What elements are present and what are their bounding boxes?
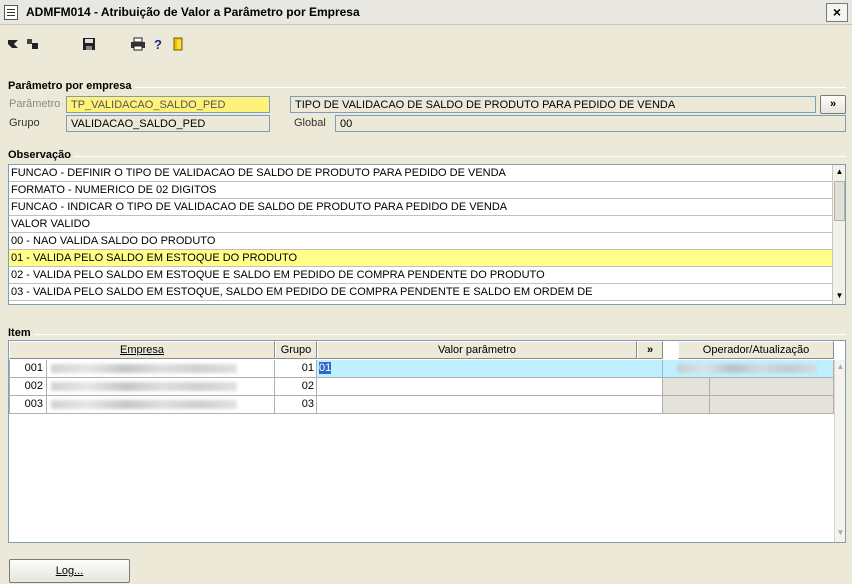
empresa-name-cell[interactable] bbox=[47, 396, 275, 414]
grupo-column-header[interactable]: Grupo bbox=[275, 341, 317, 359]
scroll-down-icon[interactable]: ▼ bbox=[833, 289, 846, 303]
scroll-up-icon[interactable]: ▲ bbox=[833, 165, 846, 179]
parametro-description-field: TIPO DE VALIDACAO DE SALDO DE PRODUTO PA… bbox=[290, 96, 816, 113]
atualizacao-cell bbox=[710, 378, 834, 396]
empresa-code-cell[interactable]: 003 bbox=[9, 396, 47, 414]
atualizacao-cell bbox=[710, 396, 834, 414]
valor-cell-text: 01 bbox=[319, 362, 332, 374]
close-button[interactable]: × bbox=[826, 3, 848, 22]
parametro-section-title: Parâmetro por empresa bbox=[8, 80, 135, 92]
valor-cell[interactable] bbox=[317, 396, 663, 414]
previous-record-icon[interactable] bbox=[26, 37, 40, 53]
valor-cell-selected[interactable]: 01 bbox=[317, 360, 663, 378]
title-bar: ADMFM014 - Atribuição de Valor a Parâmet… bbox=[0, 0, 852, 25]
grupo-label: Grupo bbox=[9, 117, 40, 129]
first-record-icon[interactable] bbox=[6, 37, 20, 53]
scroll-thumb[interactable] bbox=[834, 181, 845, 221]
log-button-label: Log... bbox=[55, 565, 84, 577]
operador-cell bbox=[663, 378, 710, 396]
global-field: 00 bbox=[335, 115, 846, 132]
observacao-section-title: Observação bbox=[8, 149, 74, 161]
grupo-field: VALIDACAO_SALDO_PED bbox=[66, 115, 270, 132]
toolbar bbox=[0, 26, 852, 62]
observacao-group-border bbox=[8, 156, 846, 157]
observacao-line: VALOR VALIDO bbox=[9, 216, 832, 233]
empresa-code-cell[interactable]: 002 bbox=[9, 378, 47, 396]
scroll-down-icon[interactable]: ▼ bbox=[834, 526, 847, 540]
item-section-title: Item bbox=[8, 327, 34, 339]
operador-cell bbox=[663, 360, 834, 378]
observacao-line: 03 - VALIDA PELO SALDO EM ESTOQUE, SALDO… bbox=[9, 284, 832, 301]
observacao-line: FORMATO - NUMERICO DE 02 DIGITOS bbox=[9, 182, 832, 199]
observacao-list[interactable]: FUNCAO - DEFINIR O TIPO DE VALIDACAO DE … bbox=[8, 164, 846, 305]
grupo-cell[interactable]: 01 bbox=[275, 360, 317, 378]
item-grid: Empresa Grupo Valor parâmetro » Operador… bbox=[8, 340, 846, 543]
help-icon[interactable]: ? bbox=[152, 37, 164, 53]
valor-cell[interactable] bbox=[317, 378, 663, 396]
operador-column-header[interactable]: Operador/Atualização bbox=[678, 341, 834, 359]
parametro-expand-button[interactable]: » bbox=[820, 95, 846, 114]
item-grid-scrollbar[interactable]: ▲ ▼ bbox=[834, 360, 845, 542]
log-button[interactable]: Log... bbox=[9, 559, 130, 583]
empresa-code-cell[interactable]: 001 bbox=[9, 360, 47, 378]
valor-column-header[interactable]: Valor parâmetro bbox=[317, 341, 637, 359]
scroll-up-icon[interactable]: ▲ bbox=[834, 360, 847, 374]
grupo-cell[interactable]: 03 bbox=[275, 396, 317, 414]
print-icon[interactable] bbox=[130, 37, 146, 53]
operador-cell bbox=[663, 396, 710, 414]
grupo-cell[interactable]: 02 bbox=[275, 378, 317, 396]
item-group-border bbox=[8, 334, 846, 335]
valor-expand-button[interactable]: » bbox=[637, 341, 663, 359]
empresa-name-cell[interactable] bbox=[47, 360, 275, 378]
observacao-line-highlighted: 01 - VALIDA PELO SALDO EM ESTOQUE DO PRO… bbox=[9, 250, 832, 267]
observacao-line: 02 - VALIDA PELO SALDO EM ESTOQUE E SALD… bbox=[9, 267, 832, 284]
observacao-line: 00 - NAO VALIDA SALDO DO PRODUTO bbox=[9, 233, 832, 250]
observacao-line: FUNCAO - DEFINIR O TIPO DE VALIDACAO DE … bbox=[9, 165, 832, 182]
window-title: ADMFM014 - Atribuição de Valor a Parâmet… bbox=[26, 5, 360, 19]
exit-icon[interactable] bbox=[172, 37, 186, 53]
empresa-column-header[interactable]: Empresa bbox=[9, 341, 275, 359]
global-label: Global bbox=[294, 117, 326, 129]
document-icon bbox=[4, 5, 18, 20]
parametro-label: Parâmetro bbox=[9, 98, 61, 110]
observacao-scrollbar[interactable]: ▲ ▼ bbox=[832, 165, 845, 304]
observacao-line: FUNCAO - INDICAR O TIPO DE VALIDACAO DE … bbox=[9, 199, 832, 216]
empresa-name-cell[interactable] bbox=[47, 378, 275, 396]
save-icon[interactable] bbox=[82, 37, 96, 53]
parametro-field[interactable]: TP_VALIDACAO_SALDO_PED bbox=[66, 96, 270, 113]
